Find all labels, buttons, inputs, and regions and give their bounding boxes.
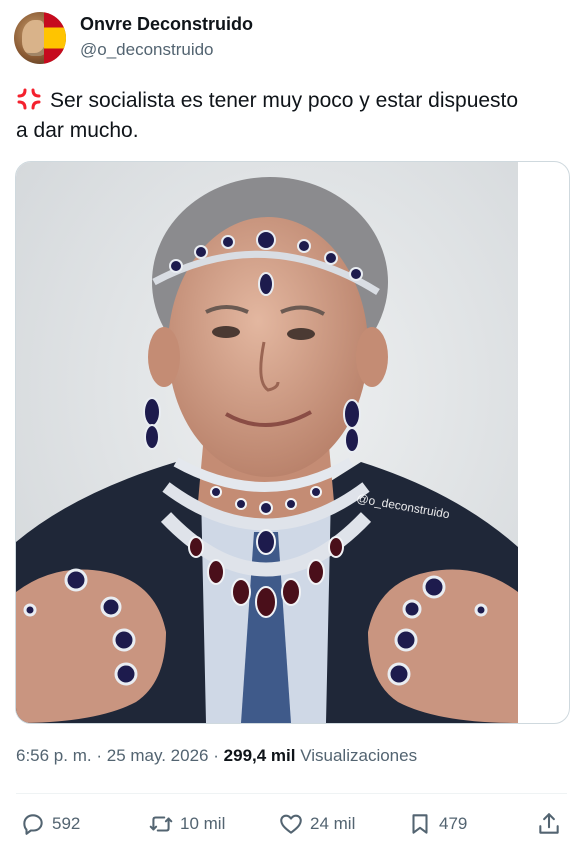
anger-symbol-icon [17, 88, 41, 110]
display-name[interactable]: Onvre Deconstruido [80, 14, 253, 35]
bookmark-count: 479 [439, 814, 468, 833]
reply-icon [23, 814, 43, 835]
divider [16, 793, 567, 794]
tweet-date[interactable]: 25 may. 2026 [107, 746, 209, 765]
tweet-text-line2: a dar mucho. [16, 119, 139, 142]
like-count: 24 mil [310, 814, 356, 833]
reply-count: 592 [52, 814, 81, 833]
repost-button[interactable]: 10 mil [148, 806, 225, 842]
action-bar: 592 10 mil 24 mil 479 [0, 806, 583, 842]
meta-separator: · [96, 746, 103, 765]
tweet-photo[interactable]: @o_deconstruido [16, 162, 518, 723]
tweet-time[interactable]: 6:56 p. m. [16, 746, 92, 765]
avatar[interactable] [14, 12, 66, 64]
tweet-meta: 6:56 p. m. · 25 may. 2026 · 299,4 mil Vi… [16, 746, 417, 766]
repost-icon [149, 816, 173, 832]
bookmark-icon [412, 814, 428, 834]
views-count: 299,4 mil [223, 746, 296, 765]
views-label: Visualizaciones [300, 746, 418, 765]
user-handle[interactable]: @o_deconstruido [80, 40, 214, 60]
avatar-flag [44, 12, 66, 64]
meta-separator: · [213, 746, 219, 765]
repost-count: 10 mil [180, 814, 226, 833]
share-button[interactable] [536, 806, 562, 842]
share-icon [539, 813, 559, 834]
heart-icon [280, 814, 302, 834]
like-button[interactable]: 24 mil [278, 806, 355, 842]
bookmark-button[interactable]: 479 [407, 806, 467, 842]
tweet-text-line1: Ser socialista es tener muy poco y estar… [50, 89, 519, 112]
media-frame[interactable]: @o_deconstruido [15, 161, 570, 724]
reply-button[interactable]: 592 [20, 806, 80, 842]
tweet-text: Ser socialista es tener muy poco y estar… [16, 86, 566, 146]
